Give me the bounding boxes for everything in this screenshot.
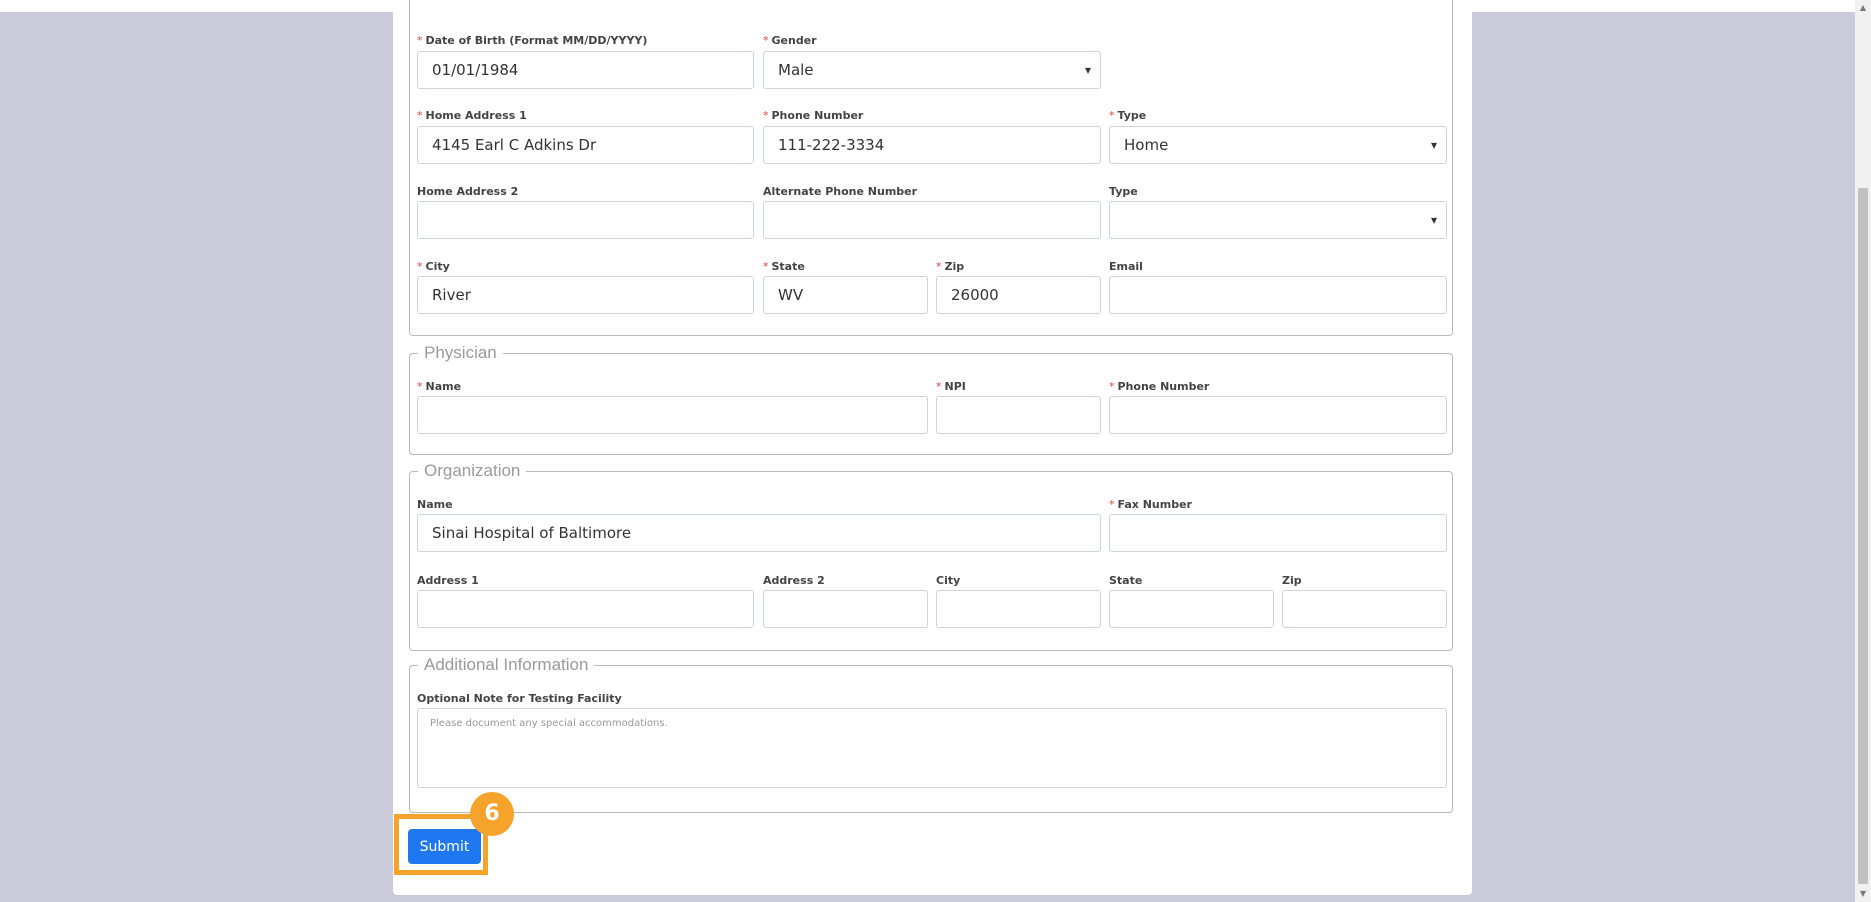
org-address2-input[interactable]	[763, 590, 928, 628]
home-address2-input[interactable]	[417, 201, 754, 239]
organization-legend: Organization	[418, 461, 527, 481]
physician-phone-input[interactable]	[1109, 396, 1447, 434]
page-scrollbar[interactable]: ▲ ▼	[1855, 0, 1871, 902]
additional-info-section: Additional Information Optional Note for…	[409, 655, 1453, 813]
scroll-up-arrow-icon[interactable]: ▲	[1855, 0, 1871, 16]
patient-section: * Date of Birth (Format MM/DD/YYYY) 01/01…	[409, 0, 1453, 336]
dob-input[interactable]: 01/01/1984	[417, 51, 754, 89]
physician-name-input[interactable]	[417, 396, 928, 434]
gender-label: * Gender	[763, 34, 817, 47]
email-label: Email	[1109, 260, 1143, 273]
fax-input[interactable]	[1109, 514, 1447, 552]
org-name-input[interactable]: Sinai Hospital of Baltimore	[417, 514, 1101, 552]
phone-label: * Phone Number	[763, 109, 864, 122]
org-address2-label: Address 2	[763, 574, 825, 587]
physician-section: Physician * Name * NPI * Phone Number	[409, 343, 1453, 455]
home-address1-input[interactable]: 4145 Earl C Adkins Dr	[417, 126, 754, 164]
state-input[interactable]: WV	[763, 276, 928, 314]
phone-input[interactable]: 111-222-3334	[763, 126, 1101, 164]
dob-label: * Date of Birth (Format MM/DD/YYYY)	[417, 34, 648, 47]
city-label: * City	[417, 260, 450, 273]
alt-phone-type-label: Type	[1109, 185, 1138, 198]
phone-type-select[interactable]: Home	[1109, 126, 1447, 164]
npi-input[interactable]	[936, 396, 1101, 434]
form-card: * Date of Birth (Format MM/DD/YYYY) 01/01…	[393, 0, 1472, 895]
org-city-input[interactable]	[936, 590, 1101, 628]
org-address1-input[interactable]	[417, 590, 754, 628]
home-address1-label: * Home Address 1	[417, 109, 527, 122]
organization-section: Organization Name Sinai Hospital of Balt…	[409, 461, 1453, 651]
email-input[interactable]	[1109, 276, 1447, 314]
home-address2-label: Home Address 2	[417, 185, 519, 198]
org-zip-label: Zip	[1282, 574, 1302, 587]
fax-label: * Fax Number	[1109, 498, 1192, 511]
org-state-input[interactable]	[1109, 590, 1274, 628]
physician-name-label: * Name	[417, 380, 462, 393]
physician-phone-label: * Phone Number	[1109, 380, 1210, 393]
npi-label: * NPI	[936, 380, 966, 393]
org-name-label: Name	[417, 498, 453, 511]
alt-phone-label: Alternate Phone Number	[763, 185, 918, 198]
alt-phone-type-select[interactable]	[1109, 201, 1447, 239]
physician-legend: Physician	[418, 343, 503, 363]
org-zip-input[interactable]	[1282, 590, 1447, 628]
org-state-label: State	[1109, 574, 1143, 587]
phone-type-label: * Type	[1109, 109, 1147, 122]
org-address1-label: Address 1	[417, 574, 479, 587]
zip-label: * Zip	[936, 260, 965, 273]
step-number-badge: 6	[470, 792, 514, 836]
state-label: * State	[763, 260, 805, 273]
city-input[interactable]: River	[417, 276, 754, 314]
gender-select[interactable]: Male	[763, 51, 1101, 89]
scrollbar-thumb[interactable]	[1858, 188, 1868, 884]
zip-input[interactable]: 26000	[936, 276, 1101, 314]
alt-phone-input[interactable]	[763, 201, 1101, 239]
note-label: Optional Note for Testing Facility	[417, 692, 622, 705]
note-textarea[interactable]: Please document any special accommodatio…	[417, 708, 1447, 788]
org-city-label: City	[936, 574, 961, 587]
additional-info-legend: Additional Information	[418, 655, 595, 675]
scroll-down-arrow-icon[interactable]: ▼	[1855, 886, 1871, 902]
